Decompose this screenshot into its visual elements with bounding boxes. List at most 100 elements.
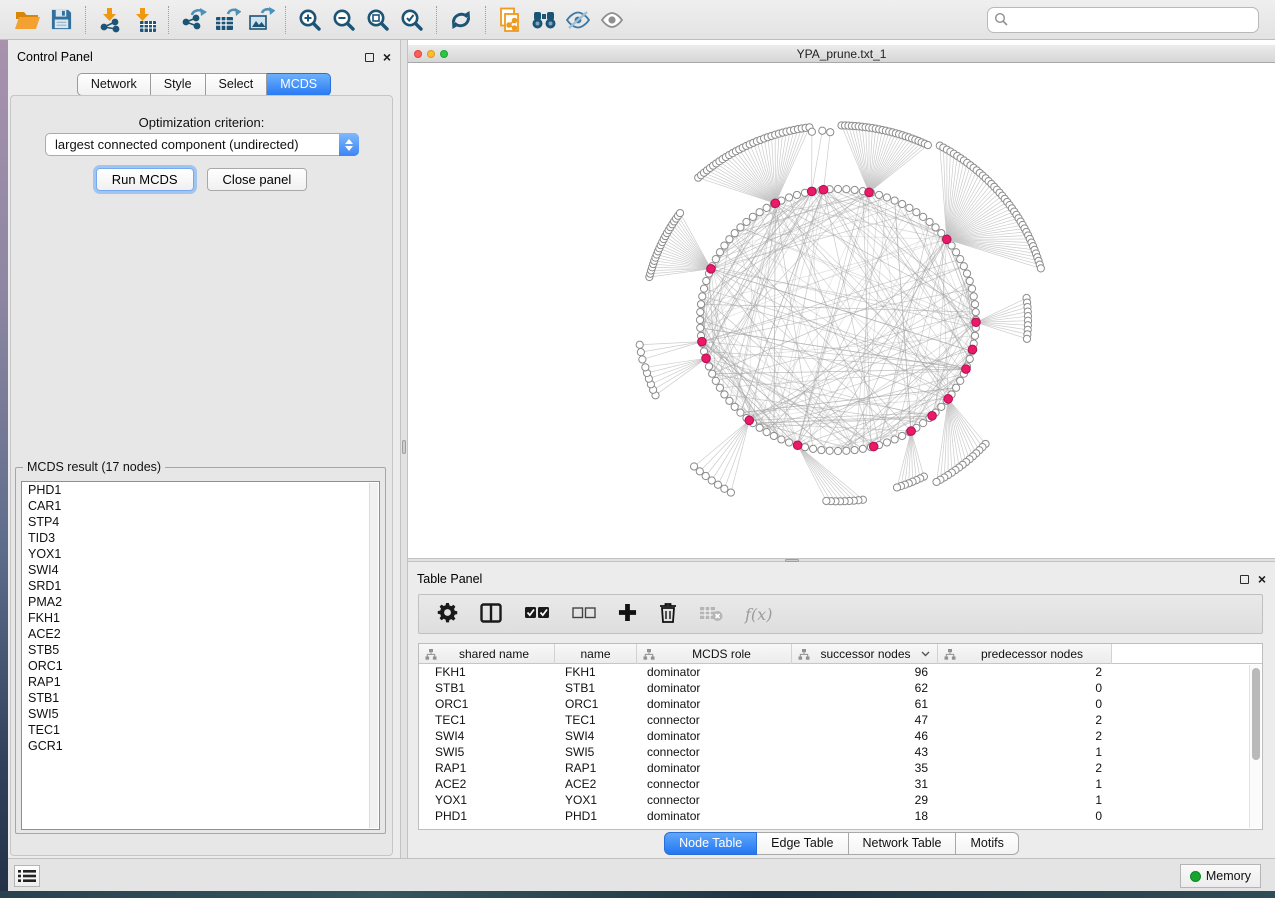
import-network-button[interactable] [93, 4, 127, 36]
table-cell[interactable]: 43 [792, 744, 938, 760]
dominator-node[interactable] [807, 187, 816, 196]
table-row[interactable]: PHD1PHD1dominator180 [419, 808, 1262, 824]
open-file-button[interactable] [10, 4, 44, 36]
table-cell[interactable]: PHD1 [419, 808, 555, 824]
table-cell[interactable]: FKH1 [419, 664, 555, 680]
network-node[interactable] [968, 285, 975, 292]
tab-style[interactable]: Style [151, 73, 206, 96]
deselect-all-button[interactable] [572, 607, 596, 622]
network-node[interactable] [709, 370, 716, 377]
network-node[interactable] [938, 403, 945, 410]
table-cell[interactable]: 47 [792, 712, 938, 728]
sort-chevron-icon[interactable] [921, 651, 930, 657]
leaf-node[interactable] [819, 127, 826, 134]
network-node[interactable] [756, 209, 763, 216]
vertical-splitter[interactable] [400, 40, 408, 858]
network-node[interactable] [883, 194, 890, 201]
network-node[interactable] [703, 277, 710, 284]
table-cell[interactable]: STB1 [419, 680, 555, 696]
network-node[interactable] [952, 249, 959, 256]
table-cell[interactable]: 35 [792, 760, 938, 776]
network-canvas[interactable] [408, 63, 1275, 558]
mcds-result-item[interactable]: FKH1 [22, 610, 379, 626]
table-cell[interactable]: ORC1 [555, 696, 637, 712]
network-node[interactable] [785, 194, 792, 201]
network-node[interactable] [913, 209, 920, 216]
network-node[interactable] [932, 224, 939, 231]
network-node[interactable] [926, 218, 933, 225]
table-cell[interactable]: dominator [637, 728, 792, 744]
network-node[interactable] [743, 218, 750, 225]
dominator-node[interactable] [698, 337, 707, 346]
table-cell[interactable]: dominator [637, 664, 792, 680]
table-cell[interactable]: RAP1 [555, 760, 637, 776]
mcds-result-item[interactable]: ACE2 [22, 626, 379, 642]
select-all-button[interactable] [524, 606, 550, 622]
table-cell[interactable]: connector [637, 712, 792, 728]
function-builder-button[interactable]: f(x) [745, 605, 772, 624]
table-cell[interactable]: 29 [792, 792, 938, 808]
network-node[interactable] [785, 439, 792, 446]
network-node[interactable] [763, 204, 770, 211]
leaf-node[interactable] [924, 141, 931, 148]
table-cell[interactable]: TEC1 [419, 712, 555, 728]
dominator-node[interactable] [869, 442, 878, 451]
network-node[interactable] [793, 191, 800, 198]
network-node[interactable] [737, 409, 744, 416]
network-node[interactable] [920, 420, 927, 427]
table-cell[interactable]: 18 [792, 808, 938, 824]
network-node[interactable] [920, 213, 927, 220]
network-node[interactable] [957, 256, 964, 263]
network-node[interactable] [883, 439, 890, 446]
tab-mcds[interactable]: MCDS [267, 73, 331, 96]
table-cell[interactable]: 46 [792, 728, 938, 744]
refresh-view-button[interactable] [444, 4, 478, 36]
splitter-handle[interactable] [402, 440, 406, 454]
network-node[interactable] [726, 397, 733, 404]
table-row[interactable]: RAP1RAP1dominator352 [419, 760, 1262, 776]
dominator-node[interactable] [962, 365, 971, 374]
leaf-node[interactable] [827, 129, 834, 136]
network-node[interactable] [778, 436, 785, 443]
tab-edge-table[interactable]: Edge Table [757, 832, 848, 855]
zoom-fit-button[interactable] [361, 4, 395, 36]
table-cell[interactable]: ORC1 [419, 696, 555, 712]
network-node[interactable] [712, 256, 719, 263]
mcds-result-item[interactable]: PHD1 [22, 482, 379, 498]
mcds-result-list[interactable]: PHD1CAR1STP4TID3YOX1SWI4SRD1PMA2FKH1ACE2… [21, 481, 380, 830]
network-node[interactable] [963, 270, 970, 277]
export-table-button[interactable] [210, 4, 244, 36]
network-node[interactable] [899, 432, 906, 439]
table-cell[interactable]: TEC1 [555, 712, 637, 728]
scrollbar-thumb[interactable] [1252, 668, 1260, 760]
mcds-result-item[interactable]: SWI4 [22, 562, 379, 578]
table-scrollbar[interactable] [1249, 665, 1261, 828]
leaf-node[interactable] [933, 478, 940, 485]
network-node[interactable] [826, 447, 833, 454]
table-row[interactable]: FKH1FKH1dominator962 [419, 664, 1262, 680]
close-panel-button[interactable]: Close panel [207, 168, 308, 191]
network-node[interactable] [960, 263, 967, 270]
memory-button[interactable]: Memory [1180, 864, 1261, 888]
dominator-node[interactable] [707, 265, 716, 274]
mcds-result-item[interactable]: GCR1 [22, 738, 379, 754]
tab-select[interactable]: Select [206, 73, 268, 96]
table-cell[interactable]: YOX1 [419, 792, 555, 808]
export-image-button[interactable] [244, 4, 278, 36]
network-node[interactable] [843, 186, 850, 193]
zoom-out-button[interactable] [327, 4, 361, 36]
leaf-node[interactable] [823, 497, 830, 504]
network-node[interactable] [952, 384, 959, 391]
network-node[interactable] [716, 249, 723, 256]
network-node[interactable] [699, 293, 706, 300]
network-node[interactable] [801, 444, 808, 451]
table-cell[interactable]: connector [637, 744, 792, 760]
table-row[interactable]: SWI5SWI5connector431 [419, 744, 1262, 760]
task-history-button[interactable] [14, 865, 40, 887]
table-row[interactable]: TEC1TEC1connector472 [419, 712, 1262, 728]
search-input[interactable] [987, 7, 1259, 33]
table-cell[interactable]: 62 [792, 680, 938, 696]
table-row[interactable]: SWI4SWI4dominator462 [419, 728, 1262, 744]
leaf-node[interactable] [690, 463, 697, 470]
network-node[interactable] [899, 200, 906, 207]
